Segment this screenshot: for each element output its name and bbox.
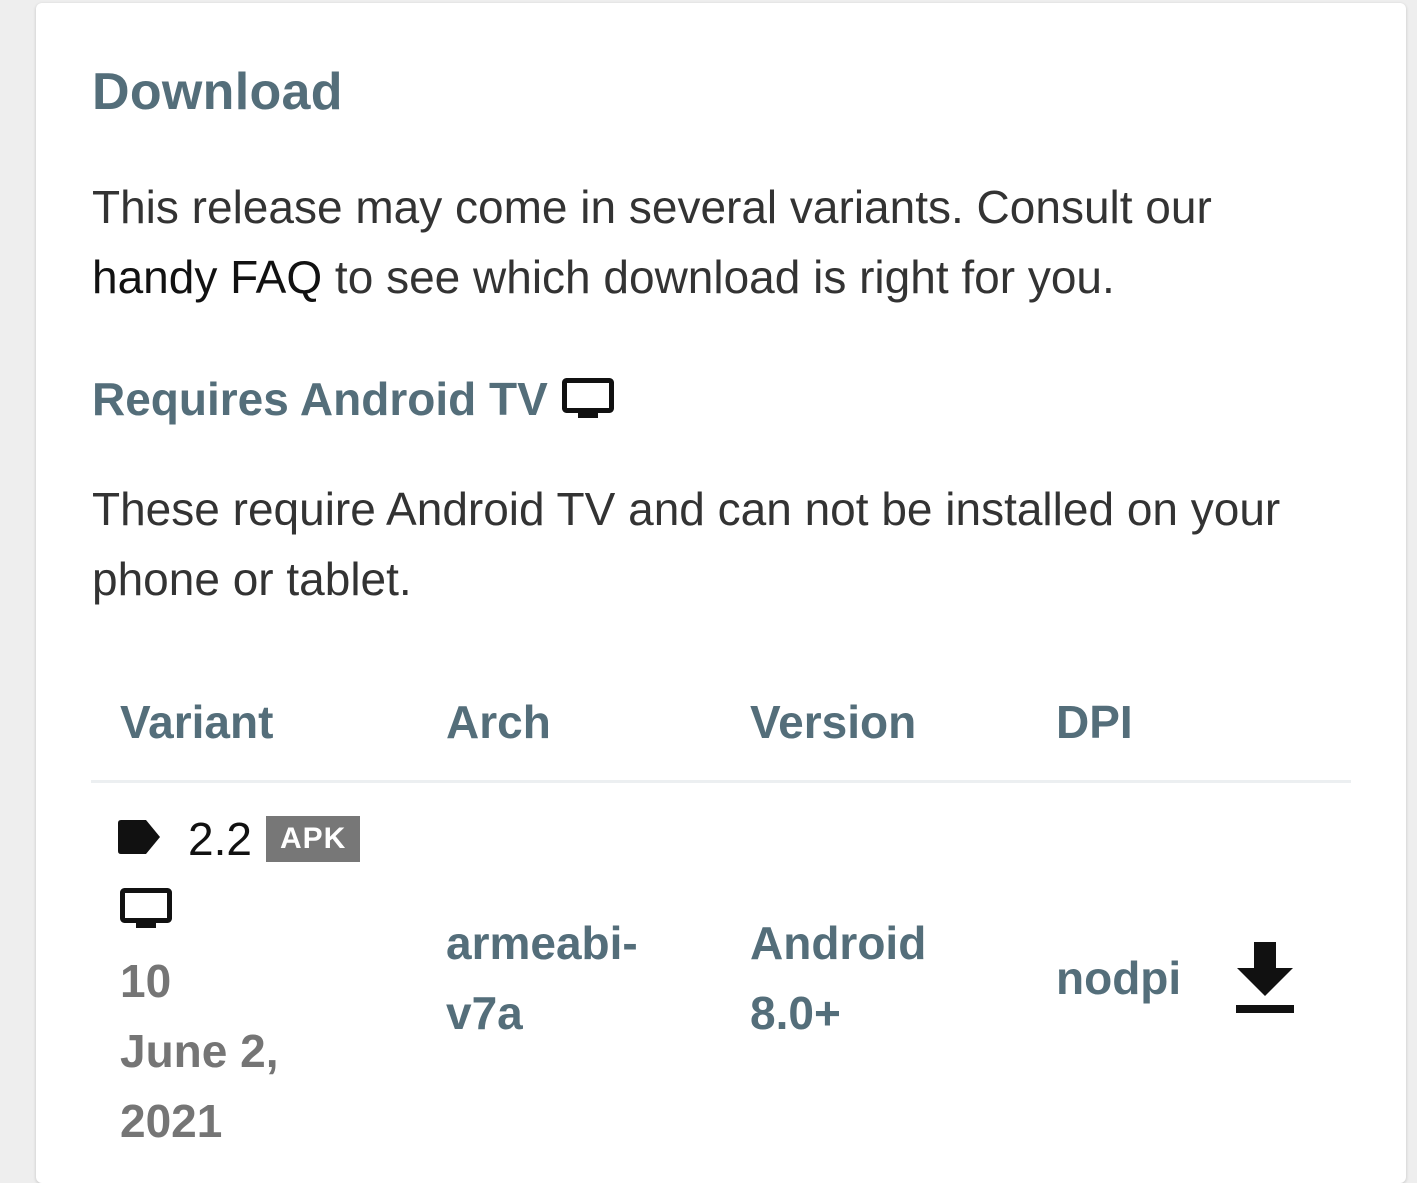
- intro-text-end: to see which download is right for you.: [322, 251, 1115, 303]
- arch-value: armeabi-v7a: [446, 917, 638, 1039]
- variant-meta: 10 June 2, 2021: [120, 946, 320, 1156]
- header-divider: [91, 780, 1351, 783]
- column-header-variant: Variant: [120, 696, 274, 748]
- release-date: June 2, 2021: [120, 1025, 279, 1147]
- variant-code: 10: [120, 955, 172, 1007]
- tv-icon: [561, 378, 614, 420]
- faq-link[interactable]: handy FAQ: [92, 251, 322, 303]
- variant-title-row: 2.2 APK: [118, 812, 361, 866]
- download-icon: [1234, 942, 1296, 1020]
- intro-text-start: This release may come in several variant…: [92, 181, 1212, 233]
- tv-icon: [120, 888, 172, 935]
- requirement-note: These require Android TV and can not be …: [92, 483, 1281, 605]
- requirement-heading: Requires Android TV: [92, 372, 614, 426]
- download-button[interactable]: [1234, 942, 1296, 1016]
- variant-name-link[interactable]: 2.2: [188, 812, 252, 866]
- column-header-version: Version: [750, 696, 917, 748]
- apk-badge: APK: [265, 816, 361, 862]
- column-header-arch: Arch: [446, 696, 551, 748]
- version-value: Android 8.0+: [750, 917, 927, 1039]
- section-title: Download: [92, 63, 343, 121]
- requirement-heading-label: Requires Android TV: [92, 373, 548, 425]
- tag-icon: [118, 819, 160, 859]
- dpi-value: nodpi: [1056, 952, 1182, 1004]
- column-header-dpi: DPI: [1056, 696, 1133, 748]
- intro-text: This release may come in several variant…: [92, 172, 1332, 312]
